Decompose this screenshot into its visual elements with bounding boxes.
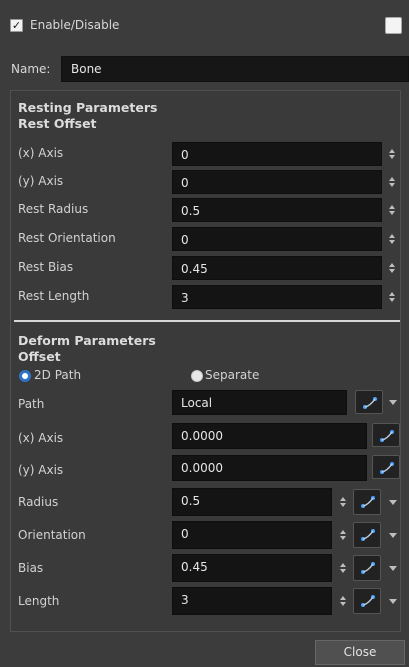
close-button[interactable]: Close (315, 640, 405, 665)
rest-rest-bias-label: Rest Bias (18, 260, 74, 274)
rest-x-axis-field[interactable]: 0 (172, 142, 382, 166)
function-curve-icon (363, 397, 377, 409)
function-curve-icon (361, 562, 375, 574)
chevron-down-icon[interactable] (389, 533, 397, 538)
deform-x-axis-field[interactable]: 0.0000 (172, 423, 367, 449)
function-curve-icon (380, 462, 394, 474)
rest-rest-bias-field[interactable]: 0.45 (172, 256, 382, 280)
length-function-button[interactable] (353, 588, 381, 614)
orientation-function-button[interactable] (353, 522, 381, 548)
function-curve-icon (361, 496, 375, 508)
radius-function-button[interactable] (353, 489, 381, 515)
rest-rest-radius-field[interactable]: 0.5 (172, 198, 382, 222)
deform-y-axis-label: (y) Axis (18, 463, 64, 477)
radio-2d-path[interactable] (19, 370, 31, 382)
color-swatch[interactable] (385, 17, 402, 34)
chevron-down-icon[interactable] (389, 400, 397, 405)
enable-label: Enable/Disable (30, 18, 120, 32)
rest-x-axis-label: (x) Axis (18, 146, 64, 160)
resting-parameters-heading: Resting Parameters (18, 100, 158, 115)
spinner-arrows-icon[interactable] (388, 262, 396, 274)
name-label: Name: (11, 62, 51, 76)
spinner-arrows-icon[interactable] (388, 204, 396, 216)
deform-y-axis-field[interactable]: 0.0000 (172, 455, 367, 481)
rest-rest-orientation-label: Rest Orientation (18, 231, 116, 245)
spinner-arrows-icon[interactable] (388, 291, 396, 303)
path-label: Path (18, 397, 45, 411)
name-input[interactable]: Bone (61, 56, 409, 82)
bias-function-button[interactable] (353, 555, 381, 581)
spinner-arrows-icon[interactable] (339, 562, 347, 574)
rest-rest-length-field[interactable]: 3 (172, 285, 382, 309)
section-divider (14, 320, 400, 322)
spinner-arrows-icon[interactable] (339, 529, 347, 541)
deform-length-field[interactable]: 3 (172, 587, 332, 615)
radio-separate-label: Separate (205, 368, 260, 382)
path-field[interactable]: Local (172, 390, 347, 415)
spinner-arrows-icon[interactable] (388, 148, 396, 160)
deform-parameters-heading: Deform Parameters (18, 333, 156, 348)
rest-rest-orientation-field[interactable]: 0 (172, 227, 382, 251)
spinner-arrows-icon[interactable] (339, 595, 347, 607)
function-curve-icon (380, 430, 394, 442)
radio-separate[interactable] (191, 370, 203, 382)
spinner-arrows-icon[interactable] (388, 176, 396, 188)
offset-heading: Offset (18, 349, 61, 364)
chevron-down-icon[interactable] (389, 566, 397, 571)
spinner-arrows-icon[interactable] (339, 496, 347, 508)
function-curve-icon (361, 595, 375, 607)
rest-offset-heading: Rest Offset (18, 116, 97, 131)
deform-x-axis-label: (x) Axis (18, 431, 64, 445)
enable-checkbox[interactable]: ✓ (10, 19, 23, 32)
function-curve-icon (361, 529, 375, 541)
deform-orientation-label: Orientation (18, 528, 86, 542)
deform-bias-field[interactable]: 0.45 (172, 554, 332, 582)
y-axis-function-button[interactable] (372, 455, 400, 479)
deform-length-label: Length (18, 594, 60, 608)
rest-rest-length-label: Rest Length (18, 289, 90, 303)
rest-y-axis-field[interactable]: 0 (172, 170, 382, 194)
deform-orientation-field[interactable]: 0 (172, 521, 332, 549)
chevron-down-icon[interactable] (389, 500, 397, 505)
path-function-button[interactable] (355, 390, 383, 414)
deform-radius-field[interactable]: 0.5 (172, 488, 332, 516)
rest-y-axis-label: (y) Axis (18, 174, 64, 188)
deform-radius-label: Radius (18, 495, 59, 509)
spinner-arrows-icon[interactable] (388, 233, 396, 245)
chevron-down-icon[interactable] (389, 599, 397, 604)
x-axis-function-button[interactable] (372, 423, 400, 447)
deform-bias-label: Bias (18, 561, 44, 575)
rest-rest-radius-label: Rest Radius (18, 202, 89, 216)
radio-2d-path-label: 2D Path (34, 368, 82, 382)
